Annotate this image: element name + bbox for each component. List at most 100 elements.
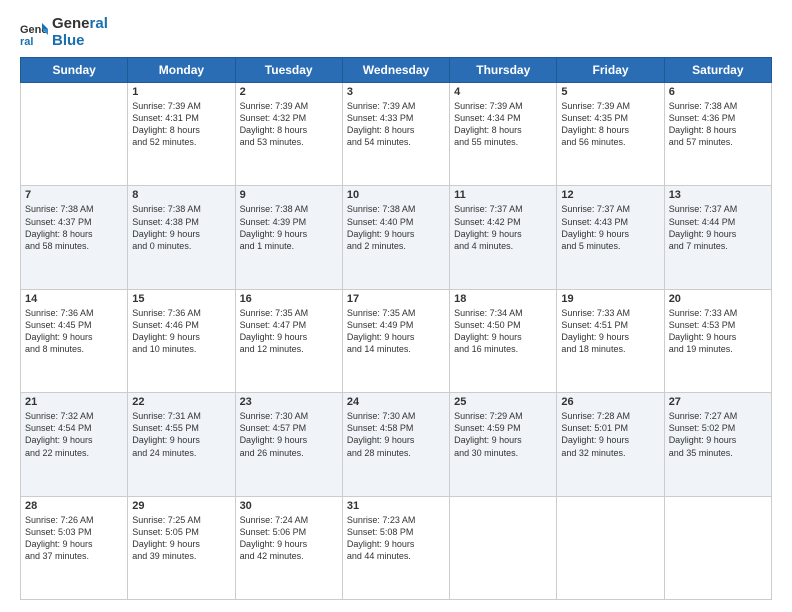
day-number: 7: [25, 189, 123, 201]
day-info: Sunrise: 7:30 AM Sunset: 4:57 PM Dayligh…: [240, 410, 338, 459]
day-number: 22: [132, 396, 230, 408]
day-number: 15: [132, 293, 230, 305]
day-info: Sunrise: 7:39 AM Sunset: 4:33 PM Dayligh…: [347, 100, 445, 149]
calendar-cell: 27 Sunrise: 7:27 AM Sunset: 5:02 PM Dayli…: [664, 393, 771, 496]
calendar-cell: 25 Sunrise: 7:29 AM Sunset: 4:59 PM Dayli…: [450, 393, 557, 496]
calendar-cell: 10 Sunrise: 7:38 AM Sunset: 4:40 PM Dayli…: [342, 186, 449, 289]
calendar-cell: 16 Sunrise: 7:35 AM Sunset: 4:47 PM Dayli…: [235, 289, 342, 392]
day-info: Sunrise: 7:29 AM Sunset: 4:59 PM Dayligh…: [454, 410, 552, 459]
calendar-cell: [664, 496, 771, 599]
day-number: 19: [561, 293, 659, 305]
day-info: Sunrise: 7:26 AM Sunset: 5:03 PM Dayligh…: [25, 514, 123, 563]
day-info: Sunrise: 7:35 AM Sunset: 4:47 PM Dayligh…: [240, 307, 338, 356]
day-info: Sunrise: 7:37 AM Sunset: 4:42 PM Dayligh…: [454, 203, 552, 252]
calendar-week-row: 1Sunrise: 7:39 AM Sunset: 4:31 PM Daylig…: [21, 83, 772, 186]
calendar-header: SundayMondayTuesdayWednesdayThursdayFrid…: [21, 58, 772, 83]
weekday-row: SundayMondayTuesdayWednesdayThursdayFrid…: [21, 58, 772, 83]
calendar-cell: [450, 496, 557, 599]
calendar-cell: 26 Sunrise: 7:28 AM Sunset: 5:01 PM Dayli…: [557, 393, 664, 496]
day-info: Sunrise: 7:23 AM Sunset: 5:08 PM Dayligh…: [347, 514, 445, 563]
calendar-cell: 1Sunrise: 7:39 AM Sunset: 4:31 PM Daylig…: [128, 83, 235, 186]
calendar-cell: 2 Sunrise: 7:39 AM Sunset: 4:32 PM Daylig…: [235, 83, 342, 186]
calendar-cell: 18Sunrise: 7:34 AM Sunset: 4:50 PM Dayli…: [450, 289, 557, 392]
weekday-header: Friday: [557, 58, 664, 83]
day-info: Sunrise: 7:38 AM Sunset: 4:38 PM Dayligh…: [132, 203, 230, 252]
svg-text:ral: ral: [20, 36, 33, 47]
weekday-header: Tuesday: [235, 58, 342, 83]
calendar-cell: 28Sunrise: 7:26 AM Sunset: 5:03 PM Dayli…: [21, 496, 128, 599]
day-info: Sunrise: 7:38 AM Sunset: 4:37 PM Dayligh…: [25, 203, 123, 252]
calendar-cell: 20Sunrise: 7:33 AM Sunset: 4:53 PM Dayli…: [664, 289, 771, 392]
calendar-cell: 23 Sunrise: 7:30 AM Sunset: 4:57 PM Dayli…: [235, 393, 342, 496]
day-number: 10: [347, 189, 445, 201]
calendar-cell: [21, 83, 128, 186]
calendar-cell: 4 Sunrise: 7:39 AM Sunset: 4:34 PM Daylig…: [450, 83, 557, 186]
day-info: Sunrise: 7:27 AM Sunset: 5:02 PM Dayligh…: [669, 410, 767, 459]
calendar-cell: 22 Sunrise: 7:31 AM Sunset: 4:55 PM Dayli…: [128, 393, 235, 496]
day-number: 24: [347, 396, 445, 408]
day-number: 29: [132, 500, 230, 512]
day-info: Sunrise: 7:39 AM Sunset: 4:31 PM Dayligh…: [132, 100, 230, 149]
day-number: 11: [454, 189, 552, 201]
calendar-cell: 19 Sunrise: 7:33 AM Sunset: 4:51 PM Dayli…: [557, 289, 664, 392]
calendar-week-row: 7 Sunrise: 7:38 AM Sunset: 4:37 PM Daylig…: [21, 186, 772, 289]
calendar-cell: 9 Sunrise: 7:38 AM Sunset: 4:39 PM Daylig…: [235, 186, 342, 289]
day-info: Sunrise: 7:31 AM Sunset: 4:55 PM Dayligh…: [132, 410, 230, 459]
calendar-cell: 5Sunrise: 7:39 AM Sunset: 4:35 PM Daylig…: [557, 83, 664, 186]
day-number: 2: [240, 86, 338, 98]
day-info: Sunrise: 7:28 AM Sunset: 5:01 PM Dayligh…: [561, 410, 659, 459]
weekday-header: Sunday: [21, 58, 128, 83]
calendar-cell: 15Sunrise: 7:36 AM Sunset: 4:46 PM Dayli…: [128, 289, 235, 392]
weekday-header: Thursday: [450, 58, 557, 83]
weekday-header: Wednesday: [342, 58, 449, 83]
calendar-cell: 8 Sunrise: 7:38 AM Sunset: 4:38 PM Daylig…: [128, 186, 235, 289]
calendar-cell: 3Sunrise: 7:39 AM Sunset: 4:33 PM Daylig…: [342, 83, 449, 186]
calendar-cell: 14Sunrise: 7:36 AM Sunset: 4:45 PM Dayli…: [21, 289, 128, 392]
day-info: Sunrise: 7:24 AM Sunset: 5:06 PM Dayligh…: [240, 514, 338, 563]
day-number: 4: [454, 86, 552, 98]
day-info: Sunrise: 7:38 AM Sunset: 4:39 PM Dayligh…: [240, 203, 338, 252]
day-number: 21: [25, 396, 123, 408]
day-info: Sunrise: 7:37 AM Sunset: 4:44 PM Dayligh…: [669, 203, 767, 252]
day-number: 12: [561, 189, 659, 201]
calendar-cell: 21Sunrise: 7:32 AM Sunset: 4:54 PM Dayli…: [21, 393, 128, 496]
logo-text: General Blue: [52, 16, 108, 49]
day-number: 26: [561, 396, 659, 408]
calendar-body: 1Sunrise: 7:39 AM Sunset: 4:31 PM Daylig…: [21, 83, 772, 600]
day-info: Sunrise: 7:39 AM Sunset: 4:32 PM Dayligh…: [240, 100, 338, 149]
calendar-week-row: 21Sunrise: 7:32 AM Sunset: 4:54 PM Dayli…: [21, 393, 772, 496]
day-info: Sunrise: 7:39 AM Sunset: 4:35 PM Dayligh…: [561, 100, 659, 149]
day-info: Sunrise: 7:36 AM Sunset: 4:45 PM Dayligh…: [25, 307, 123, 356]
calendar-cell: 13 Sunrise: 7:37 AM Sunset: 4:44 PM Dayli…: [664, 186, 771, 289]
calendar-cell: 24 Sunrise: 7:30 AM Sunset: 4:58 PM Dayli…: [342, 393, 449, 496]
day-number: 20: [669, 293, 767, 305]
day-info: Sunrise: 7:35 AM Sunset: 4:49 PM Dayligh…: [347, 307, 445, 356]
weekday-header: Monday: [128, 58, 235, 83]
day-info: Sunrise: 7:38 AM Sunset: 4:40 PM Dayligh…: [347, 203, 445, 252]
day-info: Sunrise: 7:30 AM Sunset: 4:58 PM Dayligh…: [347, 410, 445, 459]
day-number: 30: [240, 500, 338, 512]
day-number: 9: [240, 189, 338, 201]
day-number: 13: [669, 189, 767, 201]
calendar-week-row: 28Sunrise: 7:26 AM Sunset: 5:03 PM Dayli…: [21, 496, 772, 599]
day-info: Sunrise: 7:33 AM Sunset: 4:51 PM Dayligh…: [561, 307, 659, 356]
day-info: Sunrise: 7:37 AM Sunset: 4:43 PM Dayligh…: [561, 203, 659, 252]
day-number: 27: [669, 396, 767, 408]
day-number: 31: [347, 500, 445, 512]
page: Gene ral General Blue SundayMondayTuesda…: [0, 0, 792, 612]
calendar-cell: 30 Sunrise: 7:24 AM Sunset: 5:06 PM Dayli…: [235, 496, 342, 599]
calendar-cell: 17Sunrise: 7:35 AM Sunset: 4:49 PM Dayli…: [342, 289, 449, 392]
weekday-header: Saturday: [664, 58, 771, 83]
day-info: Sunrise: 7:38 AM Sunset: 4:36 PM Dayligh…: [669, 100, 767, 149]
logo-icon: Gene ral: [20, 19, 48, 47]
day-number: 23: [240, 396, 338, 408]
logo: Gene ral General Blue: [20, 16, 108, 49]
calendar-cell: 11 Sunrise: 7:37 AM Sunset: 4:42 PM Dayli…: [450, 186, 557, 289]
calendar-cell: 12 Sunrise: 7:37 AM Sunset: 4:43 PM Dayli…: [557, 186, 664, 289]
day-number: 6: [669, 86, 767, 98]
day-number: 25: [454, 396, 552, 408]
day-number: 8: [132, 189, 230, 201]
day-info: Sunrise: 7:34 AM Sunset: 4:50 PM Dayligh…: [454, 307, 552, 356]
day-number: 16: [240, 293, 338, 305]
day-info: Sunrise: 7:39 AM Sunset: 4:34 PM Dayligh…: [454, 100, 552, 149]
